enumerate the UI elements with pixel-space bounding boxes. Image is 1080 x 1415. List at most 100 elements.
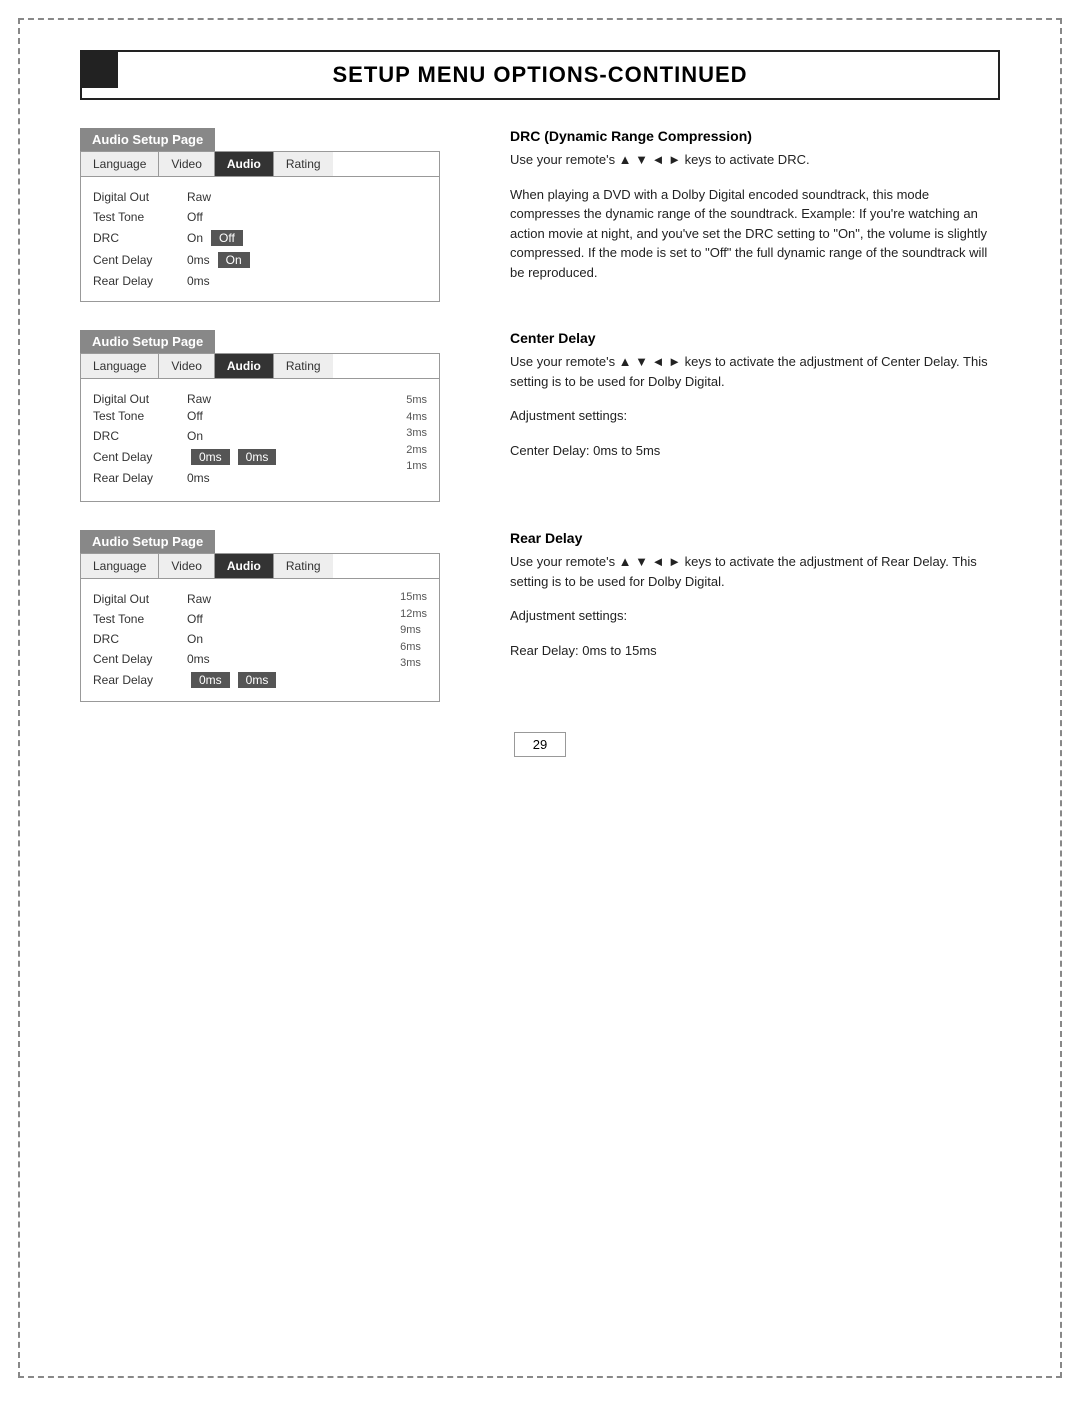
label-drc-1: DRC (93, 231, 183, 245)
row-cent-delay-3: Cent Delay 0ms (93, 649, 388, 669)
drc-desc-2: When playing a DVD with a Dolby Digital … (510, 185, 1000, 283)
highlight-rear-delay-3b: 0ms (238, 672, 277, 688)
section2-rows: Digital Out Raw Test Tone Off DRC On (81, 379, 439, 501)
value-test-tone-1: Off (187, 210, 203, 224)
highlight-rear-delay-3a: 0ms (191, 672, 230, 688)
section3-tab-row: Language Video Audio Rating (81, 554, 439, 579)
value-digital-out-3: Raw (187, 592, 211, 606)
section1-desc: DRC (Dynamic Range Compression) Use your… (510, 128, 1000, 282)
row-test-tone-3: Test Tone Off (93, 609, 388, 629)
section1-tab-row: Language Video Audio Rating (81, 152, 439, 177)
section1-right: DRC (Dynamic Range Compression) Use your… (480, 100, 1000, 302)
black-square-decoration (82, 52, 118, 88)
tab-video-2[interactable]: Video (159, 354, 214, 378)
label-rear-delay-2: Rear Delay (93, 471, 183, 485)
section2-header: Audio Setup Page (80, 330, 215, 353)
section2-left: Audio Setup Page Language Video Audio Ra… (80, 302, 480, 502)
dropdown-3ms: 3ms (400, 655, 427, 672)
page-title-bar: SETUP MENU OPTIONS-CONTINUED (80, 50, 1000, 100)
highlight-on-1: On (218, 252, 250, 268)
value-test-tone-2: Off (187, 409, 203, 423)
section3-left: Audio Setup Page Language Video Audio Ra… (80, 502, 480, 702)
section1-content: Audio Setup Page Language Video Audio Ra… (80, 100, 1000, 302)
label-drc-3: DRC (93, 632, 183, 646)
tab-video-3[interactable]: Video (159, 554, 214, 578)
row-digital-out-1: Digital Out Raw (93, 187, 427, 207)
highlight-cent-delay-2: 0ms (191, 449, 230, 465)
value-rear-delay-1: 0ms (187, 274, 210, 288)
rear-delay-dropdown: 15ms 12ms 9ms 6ms 3ms (400, 589, 427, 672)
dropdown-2ms: 2ms (406, 442, 427, 459)
section2-menu-box: Language Video Audio Rating Digital Out … (80, 353, 440, 502)
tab-video-1[interactable]: Video (159, 152, 214, 176)
highlight-cent-delay-2b: 0ms (238, 449, 277, 465)
dropdown-3ms: 3ms (406, 425, 427, 442)
rear-delay-adj-label: Adjustment settings: (510, 606, 1000, 626)
highlight-off-1: Off (211, 230, 243, 246)
dropdown-6ms: 6ms (400, 639, 427, 656)
section3-header: Audio Setup Page (80, 530, 215, 553)
row-rear-delay-1: Rear Delay 0ms (93, 271, 427, 291)
value-digital-out-1: Raw (187, 190, 211, 204)
tab-language-2[interactable]: Language (81, 354, 159, 378)
section1-header: Audio Setup Page (80, 128, 215, 151)
label-digital-out-2: Digital Out (93, 392, 183, 406)
rear-delay-desc-1: Use your remote's ▲ ▼ ◄ ► keys to activa… (510, 552, 1000, 591)
label-cent-delay-2: Cent Delay (93, 450, 183, 464)
section3-right: Rear Delay Use your remote's ▲ ▼ ◄ ► key… (480, 502, 1000, 702)
tab-audio-1[interactable]: Audio (215, 152, 274, 176)
tab-audio-2[interactable]: Audio (215, 354, 274, 378)
tab-rating-2[interactable]: Rating (274, 354, 333, 378)
dropdown-15ms: 15ms (400, 589, 427, 606)
tab-language-3[interactable]: Language (81, 554, 159, 578)
section1: Audio Setup Page Language Video Audio Ra… (80, 128, 480, 302)
rear-delay-title: Rear Delay (510, 530, 1000, 546)
tab-rating-1[interactable]: Rating (274, 152, 333, 176)
value-cent-delay-1: 0ms (187, 253, 210, 267)
row-test-tone-2: Test Tone Off (93, 406, 394, 426)
dropdown-9ms: 9ms (400, 622, 427, 639)
label-drc-2: DRC (93, 429, 183, 443)
section3-content: Audio Setup Page Language Video Audio Ra… (80, 502, 1000, 702)
value-drc-1: On (187, 231, 203, 245)
section2: Audio Setup Page Language Video Audio Ra… (80, 330, 480, 502)
value-drc-3: On (187, 632, 203, 646)
center-delay-title: Center Delay (510, 330, 1000, 346)
row-drc-2: DRC On (93, 426, 394, 446)
label-test-tone-1: Test Tone (93, 210, 183, 224)
tab-language-1[interactable]: Language (81, 152, 159, 176)
row-drc-3: DRC On (93, 629, 388, 649)
row-test-tone-1: Test Tone Off (93, 207, 427, 227)
row-rear-delay-3: Rear Delay 0ms 0ms (93, 669, 388, 691)
tab-rating-3[interactable]: Rating (274, 554, 333, 578)
dropdown-4ms: 4ms (406, 409, 427, 426)
label-rear-delay-3: Rear Delay (93, 673, 183, 687)
label-cent-delay-3: Cent Delay (93, 652, 183, 666)
section1-menu-box: Language Video Audio Rating Digital Out … (80, 151, 440, 302)
center-delay-dropdown: 5ms 4ms 3ms 2ms 1ms (406, 392, 427, 475)
page-number-area: 29 (20, 732, 1060, 757)
outer-border: SETUP MENU OPTIONS-CONTINUED Audio Setup… (18, 18, 1062, 1378)
page-number: 29 (514, 732, 566, 757)
drc-title: DRC (Dynamic Range Compression) (510, 128, 1000, 144)
value-rear-delay-2: 0ms (187, 471, 210, 485)
section3-main-rows: Digital Out Raw Test Tone Off DRC On (93, 589, 427, 691)
section1-left: Audio Setup Page Language Video Audio Ra… (80, 100, 480, 302)
row-digital-out-3: Digital Out Raw (93, 589, 388, 609)
label-rear-delay-1: Rear Delay (93, 274, 183, 288)
center-delay-desc-1: Use your remote's ▲ ▼ ◄ ► keys to activa… (510, 352, 1000, 391)
dropdown-12ms: 12ms (400, 606, 427, 623)
section1-rows: Digital Out Raw Test Tone Off DRC On Off (81, 177, 439, 301)
label-digital-out-3: Digital Out (93, 592, 183, 606)
drc-desc-1: Use your remote's ▲ ▼ ◄ ► keys to activa… (510, 150, 1000, 170)
value-cent-delay-3: 0ms (187, 652, 210, 666)
label-test-tone-3: Test Tone (93, 612, 183, 626)
row-rear-delay-2: Rear Delay 0ms (93, 468, 394, 488)
row-cent-delay-1: Cent Delay 0ms On (93, 249, 427, 271)
section3-menu-box: Language Video Audio Rating Digital Out … (80, 553, 440, 702)
section2-desc: Center Delay Use your remote's ▲ ▼ ◄ ► k… (510, 330, 1000, 460)
section3-desc: Rear Delay Use your remote's ▲ ▼ ◄ ► key… (510, 530, 1000, 660)
tab-audio-3[interactable]: Audio (215, 554, 274, 578)
dropdown-5ms: 5ms (406, 392, 427, 409)
section2-right: Center Delay Use your remote's ▲ ▼ ◄ ► k… (480, 302, 1000, 502)
